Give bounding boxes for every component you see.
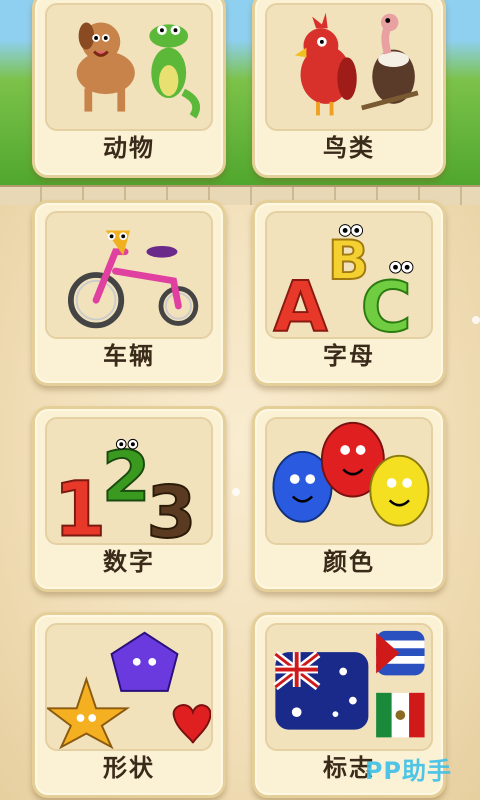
numbers-123-icon: 1 2 3 — [45, 417, 213, 545]
dog-crocodile-icon — [45, 3, 213, 131]
category-label: 动物 — [103, 134, 155, 162]
svg-text:3: 3 — [146, 470, 196, 543]
category-label: 形状 — [103, 754, 155, 782]
svg-text:2: 2 — [102, 436, 151, 517]
category-card-colors[interactable]: 颜色 — [252, 406, 446, 592]
svg-text:C: C — [361, 267, 412, 337]
category-label: 鸟类 — [323, 134, 375, 162]
svg-text:1: 1 — [53, 465, 106, 543]
category-label: 车辆 — [103, 342, 155, 370]
category-card-animals[interactable]: 动物 — [32, 0, 226, 178]
watermark-text: PP助手 — [364, 757, 452, 785]
balloons-icon — [265, 417, 433, 545]
category-grid: 动物 鸟类 车辆 A B C 字母 1 2 3 数字 颜色 形状 标志 — [0, 0, 480, 800]
category-card-shapes[interactable]: 形状 — [32, 612, 226, 798]
decor-dot — [232, 488, 240, 496]
category-card-birds[interactable]: 鸟类 — [252, 0, 446, 178]
decor-dot — [472, 316, 480, 324]
category-card-numbers[interactable]: 1 2 3 数字 — [32, 406, 226, 592]
birds-icon — [265, 3, 433, 131]
tricycle-icon — [45, 211, 213, 339]
flags-icon — [265, 623, 433, 751]
category-card-vehicles[interactable]: 车辆 — [32, 200, 226, 386]
category-label: 字母 — [323, 342, 375, 370]
abc-letters-icon: A B C — [265, 211, 433, 339]
category-card-letters[interactable]: A B C 字母 — [252, 200, 446, 386]
category-label: 数字 — [103, 548, 155, 576]
category-label: 颜色 — [323, 548, 375, 576]
svg-text:A: A — [273, 267, 327, 337]
shapes-icon — [45, 623, 213, 751]
